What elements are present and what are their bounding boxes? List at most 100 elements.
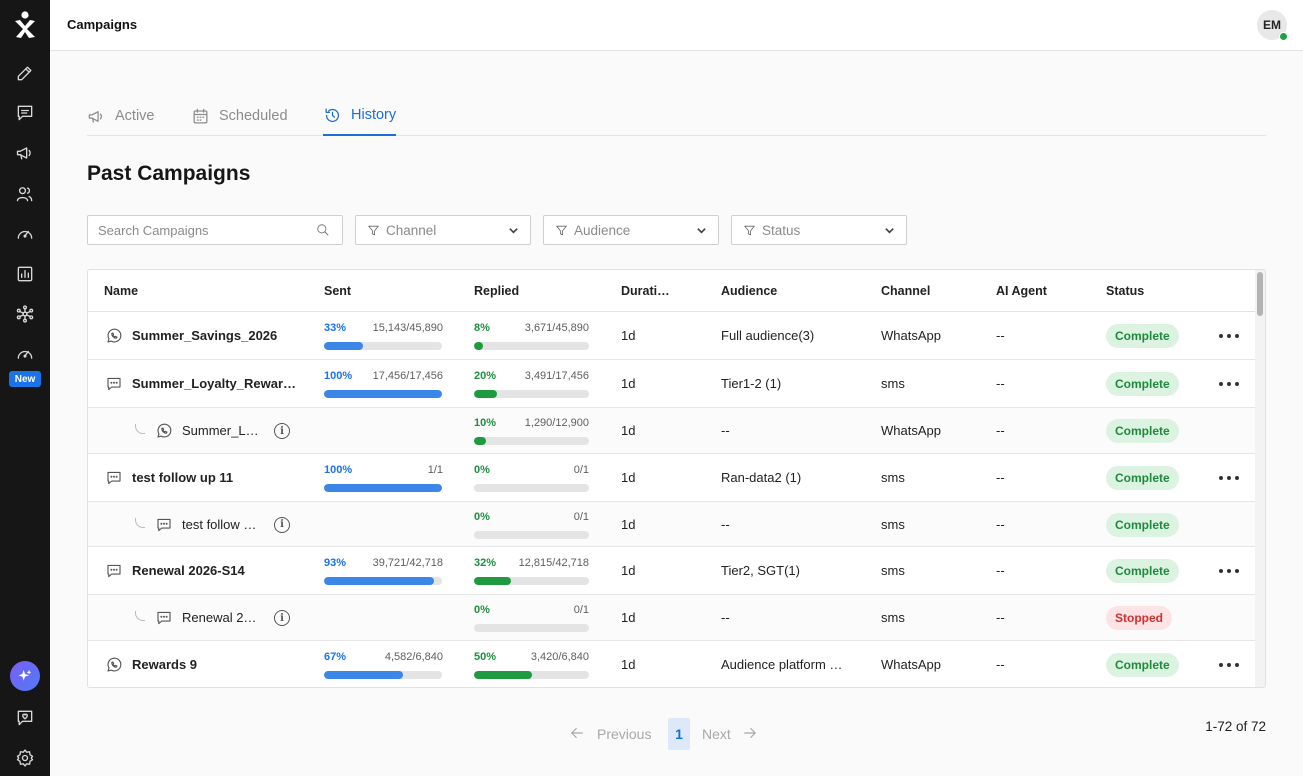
- replied-progress-fill: [474, 671, 532, 679]
- info-icon[interactable]: i: [274, 610, 290, 626]
- arrow-left-icon: [568, 724, 586, 745]
- scrollbar-thumb[interactable]: [1257, 272, 1263, 316]
- megaphone-icon: [88, 110, 102, 123]
- channel: sms: [881, 470, 905, 485]
- gauge-icon[interactable]: [13, 222, 37, 246]
- more-options-icon[interactable]: [1219, 658, 1239, 672]
- campaign-name[interactable]: Summer_L…: [182, 423, 259, 438]
- header-channel[interactable]: Channel: [881, 284, 930, 298]
- status-filter[interactable]: Status: [731, 215, 907, 245]
- replied-progress-bar: [474, 671, 589, 679]
- header-name[interactable]: Name: [104, 284, 138, 298]
- replied-percent: 20%: [474, 370, 497, 382]
- status-badge: Complete: [1106, 372, 1179, 396]
- sent-count: 1/1: [427, 464, 443, 476]
- campaign-name[interactable]: test follow up 11: [132, 470, 233, 485]
- settings-icon[interactable]: [13, 746, 37, 770]
- campaign-name[interactable]: Renewal 2026-S14: [132, 563, 245, 578]
- header-status[interactable]: Status: [1106, 284, 1144, 298]
- replied-progress-fill: [474, 342, 484, 350]
- tab-active[interactable]: Active: [87, 96, 155, 136]
- previous-button[interactable]: Previous: [568, 718, 651, 750]
- header-ai-agent[interactable]: AI Agent: [996, 284, 1047, 298]
- info-icon[interactable]: i: [274, 423, 290, 439]
- more-options-icon[interactable]: [1219, 329, 1239, 343]
- table-row[interactable]: Summer_Savings_2026 33% 15,143/45,890 8% 3,6…: [88, 312, 1257, 360]
- audience: --: [721, 610, 730, 625]
- duration: 1d: [621, 657, 636, 672]
- sidebar: New: [0, 0, 50, 776]
- duration: 1d: [621, 563, 636, 578]
- table-row-followup[interactable]: Summer_L… i 10% 1,290/12,900 1d -- WhatsApp -- C…: [88, 408, 1257, 454]
- sent-progress-bar: [324, 484, 442, 492]
- speed-gauge-icon[interactable]: [13, 342, 37, 366]
- table-row-followup[interactable]: Renewal 2… i 0% 0/1 1d -- sms -- Stopped: [88, 595, 1257, 641]
- sms-icon: [155, 516, 173, 534]
- more-options-icon[interactable]: [1219, 377, 1239, 391]
- header-audience[interactable]: Audience: [721, 284, 777, 298]
- replied-progress-bar: [474, 577, 589, 585]
- chevron-down-icon: [885, 228, 894, 234]
- table-header: Name Sent Replied Durati… Audience Chann…: [88, 270, 1257, 312]
- users-icon[interactable]: [13, 182, 37, 206]
- header-sent[interactable]: Sent: [324, 284, 351, 298]
- tab-bar: Active Scheduled History: [87, 96, 1266, 136]
- tab-label: History: [351, 107, 397, 123]
- feedback-icon[interactable]: [13, 706, 37, 730]
- status-filter-label: Status: [762, 222, 801, 238]
- search-input[interactable]: Search Campaigns: [87, 215, 343, 245]
- tab-scheduled[interactable]: Scheduled: [191, 96, 288, 136]
- ai-sparkle-button[interactable]: [10, 661, 40, 691]
- status-badge: Complete: [1106, 419, 1179, 443]
- replied-percent: 50%: [474, 651, 497, 663]
- campaign-name[interactable]: Rewards 9: [132, 657, 197, 672]
- sent-percent: 67%: [324, 651, 347, 663]
- table-row[interactable]: Rewards 9 67% 4,582/6,840 50% 3,420/6,840 1d A…: [88, 641, 1257, 687]
- sent-count: 39,721/42,718: [372, 557, 443, 569]
- pencil-icon[interactable]: [13, 61, 37, 85]
- more-options-icon[interactable]: [1219, 471, 1239, 485]
- table-row[interactable]: test follow up 11 100% 1/1 0% 0/1 1d Ran-data2…: [88, 454, 1257, 502]
- info-icon[interactable]: i: [274, 516, 290, 533]
- replied-progress-bar: [474, 390, 589, 398]
- new-badge: New: [9, 371, 41, 387]
- channel: WhatsApp: [881, 657, 941, 672]
- audience: Tier2, SGT(1): [721, 563, 800, 578]
- megaphone-icon[interactable]: [13, 141, 37, 165]
- page-number-current[interactable]: 1: [668, 718, 690, 750]
- campaign-name[interactable]: Summer_Loyalty_Rewar…: [132, 376, 296, 391]
- channel-filter[interactable]: Channel: [355, 215, 531, 245]
- replied-progress-bar: [474, 624, 589, 632]
- replied-percent: 0%: [474, 464, 490, 476]
- report-icon[interactable]: [13, 262, 37, 286]
- campaign-name[interactable]: Renewal 2…: [182, 610, 256, 625]
- status-badge: Complete: [1106, 324, 1179, 348]
- table-row[interactable]: Summer_Loyalty_Rewar… 100% 17,456/17,456 20…: [88, 360, 1257, 408]
- next-button[interactable]: Next: [702, 718, 759, 750]
- replied-count: 3,671/45,890: [524, 322, 589, 334]
- table-row[interactable]: Renewal 2026-S14 93% 39,721/42,718 32% 12,81…: [88, 547, 1257, 595]
- campaign-name[interactable]: test follow …: [182, 517, 256, 532]
- header-duration[interactable]: Durati…: [621, 284, 670, 298]
- status-badge: Complete: [1106, 466, 1179, 490]
- chat-icon[interactable]: [13, 101, 37, 125]
- avatar[interactable]: EM: [1257, 10, 1288, 41]
- sent-progress-bar: [324, 671, 442, 679]
- campaign-name[interactable]: Summer_Savings_2026: [132, 328, 277, 343]
- more-options-icon[interactable]: [1219, 564, 1239, 578]
- tab-history[interactable]: History: [323, 96, 397, 136]
- network-icon[interactable]: [13, 302, 37, 326]
- table-scrollbar[interactable]: [1255, 270, 1265, 687]
- header-replied[interactable]: Replied: [474, 284, 519, 298]
- ai-agent: --: [996, 423, 1005, 438]
- chevron-down-icon: [509, 228, 518, 234]
- table-row-followup[interactable]: test follow … i 0% 0/1 1d -- sms -- Complete: [88, 502, 1257, 547]
- sent-count: 17,456/17,456: [372, 370, 443, 382]
- sms-icon: [105, 562, 123, 580]
- app-logo[interactable]: [13, 11, 37, 39]
- replied-percent: 32%: [474, 557, 497, 569]
- replied-progress-fill: [474, 390, 497, 398]
- filter-icon: [744, 225, 755, 235]
- audience-filter[interactable]: Audience: [543, 215, 719, 245]
- ai-agent: --: [996, 563, 1005, 578]
